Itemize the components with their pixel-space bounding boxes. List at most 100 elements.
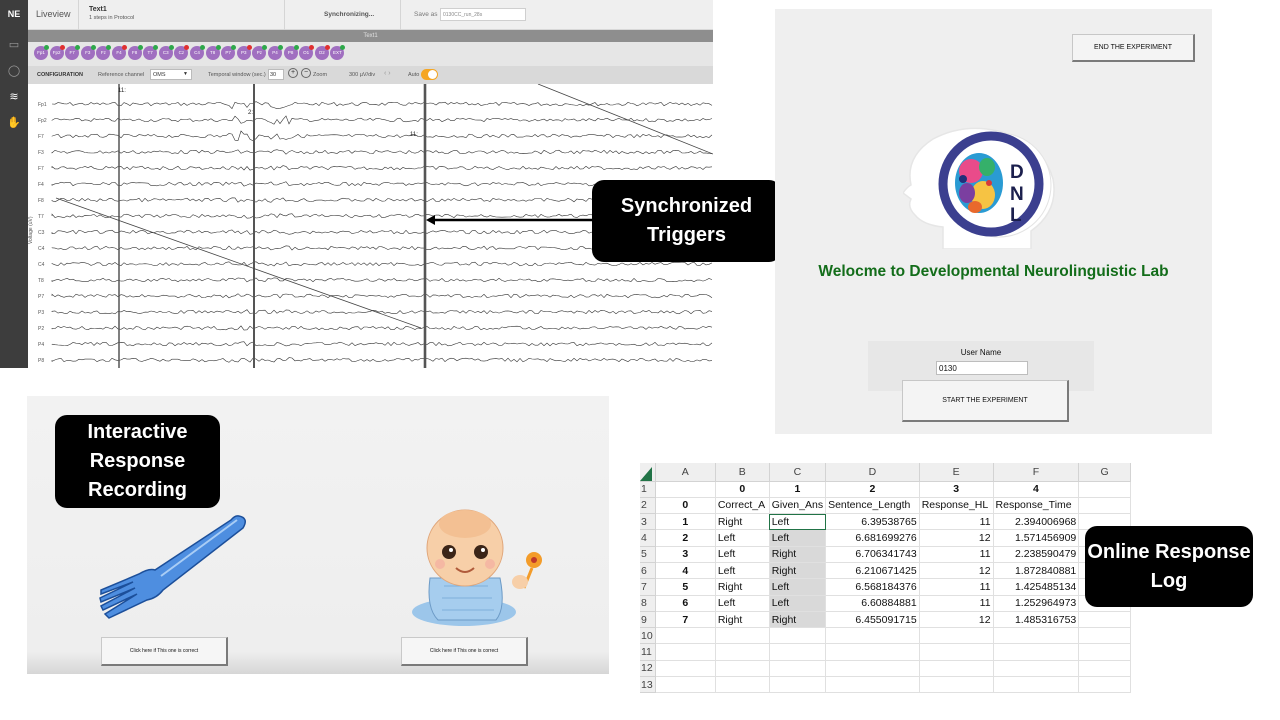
sheet-cell[interactable] xyxy=(655,676,716,693)
sheet-cell[interactable]: Given_Ans xyxy=(769,497,827,515)
sheet-cell[interactable] xyxy=(1078,611,1131,629)
sheet-cell[interactable]: Left xyxy=(769,578,827,596)
sheet-cell[interactable] xyxy=(715,643,770,661)
sheet-cell[interactable]: 6.681699276 xyxy=(825,529,920,547)
sheet-cell[interactable]: Sentence_Length xyxy=(825,497,920,515)
left-correct-button[interactable]: Click here if This one is correct xyxy=(101,637,228,666)
sheet-cell[interactable] xyxy=(769,660,827,678)
channel-button[interactable]: Fp2 xyxy=(49,45,65,60)
row-header[interactable]: 1 xyxy=(640,481,656,498)
sheet-cell[interactable]: 7 xyxy=(655,611,716,629)
sheet-cell[interactable] xyxy=(769,643,827,661)
sheet-cell[interactable]: Right xyxy=(769,562,827,580)
sheet-cell[interactable]: 6.210671425 xyxy=(825,562,920,580)
sheet-cell[interactable]: Left xyxy=(769,529,827,547)
column-header[interactable]: D xyxy=(825,463,920,482)
sheet-cell[interactable] xyxy=(1078,627,1131,645)
zoom-out-icon[interactable]: − xyxy=(301,68,311,78)
row-header[interactable]: 6 xyxy=(640,562,656,580)
sheet-cell[interactable]: 4 xyxy=(655,562,716,580)
sheet-cell[interactable] xyxy=(655,660,716,678)
sheet-cell[interactable]: 2.394006968 xyxy=(993,513,1080,531)
row-header[interactable]: 7 xyxy=(640,578,656,596)
channel-button[interactable]: C4 xyxy=(190,45,205,60)
sheet-cell[interactable]: 11 xyxy=(919,595,994,612)
zoom-in-icon[interactable]: + xyxy=(288,68,298,78)
auto-toggle[interactable] xyxy=(421,69,438,80)
sheet-cell[interactable] xyxy=(715,660,770,678)
column-header[interactable]: G xyxy=(1078,463,1131,482)
sheet-cell[interactable]: 12 xyxy=(919,611,994,629)
reference-select[interactable]: OMS ▼ xyxy=(150,69,192,80)
sheet-cell[interactable] xyxy=(655,627,716,645)
sheet-cell[interactable]: Left xyxy=(715,529,770,547)
row-header[interactable]: 8 xyxy=(640,595,656,612)
window-input[interactable]: 30 xyxy=(268,69,284,80)
sheet-cell[interactable] xyxy=(825,627,920,645)
sheet-cell[interactable]: 0 xyxy=(655,497,716,515)
sheet-cell[interactable]: 12 xyxy=(919,529,994,547)
sheet-cell[interactable] xyxy=(769,627,827,645)
row-header[interactable]: 12 xyxy=(640,660,656,678)
start-experiment-button[interactable]: START THE EXPERIMENT xyxy=(902,380,1069,422)
sheet-cell[interactable]: 6.706341743 xyxy=(825,546,920,563)
sheet-cell[interactable]: 2 xyxy=(655,529,716,547)
channel-button[interactable]: P8 xyxy=(283,45,299,60)
sheet-cell[interactable]: 1.485316753 xyxy=(993,611,1080,629)
sheet-cell[interactable] xyxy=(655,481,716,498)
column-header[interactable]: E xyxy=(919,463,994,482)
sheet-cell[interactable]: Left xyxy=(715,562,770,580)
document-icon[interactable]: ▭ xyxy=(6,38,22,52)
baby-picture[interactable] xyxy=(404,508,554,628)
row-header[interactable]: 4 xyxy=(640,529,656,547)
column-header[interactable]: B xyxy=(715,463,770,482)
head-icon[interactable]: ◯ xyxy=(6,64,22,78)
sheet-cell[interactable] xyxy=(993,643,1080,661)
channel-button[interactable]: T8 xyxy=(205,45,221,60)
sheet-cell[interactable]: 1.425485134 xyxy=(993,578,1080,596)
channel-button[interactable]: F4 xyxy=(112,45,127,60)
sheet-cell[interactable]: 1 xyxy=(655,513,716,531)
sheet-cell[interactable]: Right xyxy=(715,611,770,629)
row-header[interactable]: 13 xyxy=(640,676,656,693)
sheet-cell[interactable] xyxy=(1078,481,1131,498)
sheet-cell[interactable]: Right xyxy=(769,611,827,629)
sheet-cell[interactable] xyxy=(919,660,994,678)
end-experiment-button[interactable]: END THE EXPERIMENT xyxy=(1072,34,1195,62)
row-header[interactable]: 9 xyxy=(640,611,656,629)
user-name-input[interactable]: 0130 xyxy=(936,361,1028,375)
sheet-cell[interactable]: 11 xyxy=(919,513,994,531)
sheet-cell[interactable]: 1.252964973 xyxy=(993,595,1080,612)
sheet-cell[interactable]: 11 xyxy=(919,546,994,563)
select-all-corner[interactable] xyxy=(640,463,652,481)
channel-button[interactable]: C3 xyxy=(158,45,174,60)
sheet-cell[interactable]: 3 xyxy=(919,481,994,498)
sheet-cell[interactable] xyxy=(919,643,994,661)
sheet-cell[interactable] xyxy=(655,643,716,661)
sheet-cell[interactable]: 11 xyxy=(919,578,994,596)
channel-button[interactable]: F8 xyxy=(127,45,143,60)
sheet-cell[interactable]: 1 xyxy=(769,481,827,498)
sheet-cell[interactable] xyxy=(993,660,1080,678)
sheet-cell[interactable] xyxy=(993,627,1080,645)
save-as-input[interactable]: 0130CC_run_28s xyxy=(440,8,526,21)
column-header[interactable]: A xyxy=(655,463,716,482)
sheet-cell[interactable] xyxy=(769,676,827,693)
channel-button[interactable]: P3 xyxy=(236,45,252,60)
waveform-icon[interactable]: ≋ xyxy=(6,90,22,104)
sheet-cell[interactable]: 6.60884881 xyxy=(825,595,920,612)
sheet-cell[interactable] xyxy=(993,676,1080,693)
sheet-cell[interactable]: 3 xyxy=(655,546,716,563)
sheet-cell[interactable] xyxy=(825,660,920,678)
fork-picture[interactable] xyxy=(99,514,249,622)
column-header[interactable]: C xyxy=(769,463,827,482)
sheet-cell[interactable] xyxy=(715,627,770,645)
sheet-cell[interactable]: 6 xyxy=(655,595,716,612)
sheet-cell[interactable] xyxy=(1078,643,1131,661)
sheet-cell[interactable]: Correct_A xyxy=(715,497,770,515)
sheet-cell[interactable]: 1.571456909 xyxy=(993,529,1080,547)
sheet-cell[interactable]: Left xyxy=(769,513,827,531)
sheet-cell[interactable]: Right xyxy=(715,578,770,596)
channel-button[interactable]: P4 xyxy=(268,45,283,60)
sheet-cell[interactable]: 0 xyxy=(715,481,770,498)
